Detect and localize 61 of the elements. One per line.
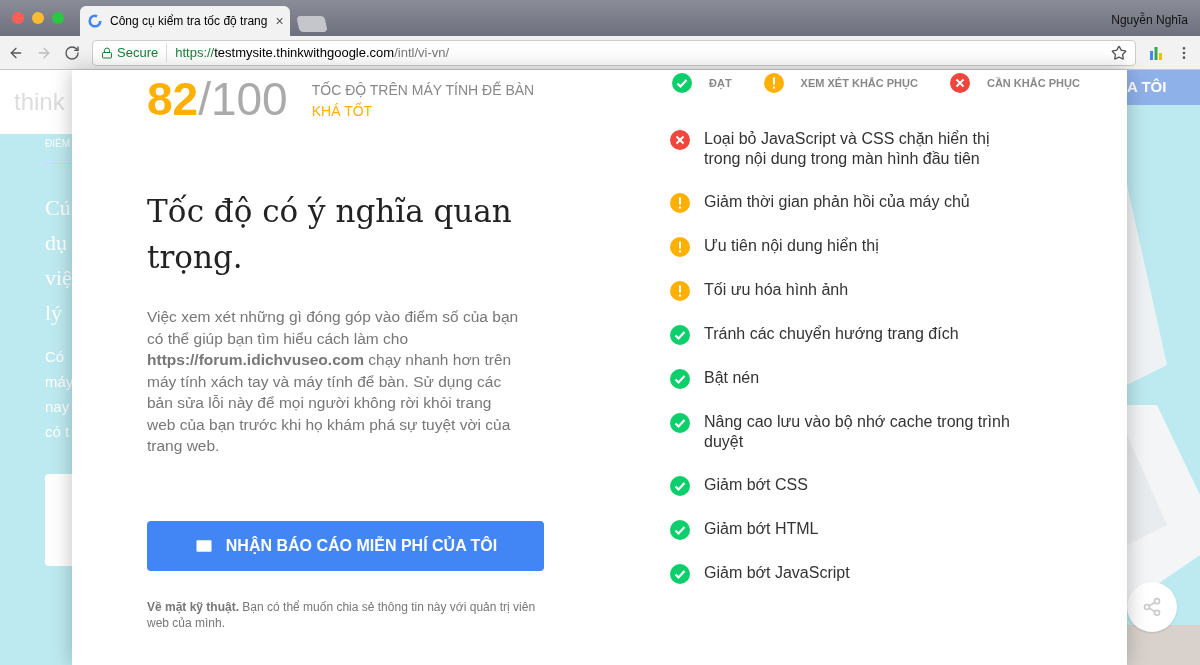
- exclamation-icon: [670, 193, 690, 213]
- profile-name[interactable]: Nguyễn Nghĩa: [1111, 11, 1188, 29]
- check-icon: [670, 413, 690, 433]
- score: 82: [147, 74, 199, 124]
- background-heading: việ: [45, 264, 72, 292]
- check-icon: [670, 325, 690, 345]
- get-report-button[interactable]: NHẬN BÁO CÁO MIỄN PHÍ CỦA TÔI: [147, 520, 544, 571]
- modal-heading: Tốc độ có ý nghĩa quan trọng.: [147, 192, 513, 277]
- reload-icon[interactable]: [64, 44, 80, 61]
- legend-label: ĐẠT: [709, 75, 732, 92]
- exclamation-icon: [670, 281, 690, 301]
- url-path: /intl/vi-vn/: [394, 43, 450, 62]
- audit-item[interactable]: Giảm bớt HTML: [704, 519, 1022, 539]
- score-rating: KHÁ TỐT: [311, 101, 374, 121]
- audit-item[interactable]: Bật nén: [704, 368, 1022, 388]
- check-icon: [670, 369, 690, 389]
- audit-item[interactable]: Tối ưu hóa hình ảnh: [704, 280, 1022, 300]
- secure-label: Secure: [117, 42, 168, 63]
- tab-close-button[interactable]: ×: [275, 10, 284, 32]
- url-scheme: https://: [175, 43, 215, 62]
- minimize-window-icon[interactable]: [32, 12, 44, 24]
- background-heading: dụ: [45, 229, 68, 257]
- audit-item[interactable]: Nâng cao lưu vào bộ nhớ cache trong trình duyệt: [704, 412, 1022, 452]
- audit-item[interactable]: Giảm bớt CSS: [704, 475, 1022, 495]
- address-field[interactable]: Secure https://testmysite.thinkwithgoogle.com/intl/vi-vn/: [92, 39, 1136, 66]
- google-logo-icon: [88, 14, 102, 28]
- bar-chart-icon[interactable]: [1148, 44, 1164, 61]
- cross-icon: [949, 73, 970, 93]
- background-text: Có: [45, 347, 66, 367]
- close-window-icon[interactable]: [12, 12, 24, 24]
- background-heading: lý: [45, 299, 64, 327]
- cross-icon: [670, 130, 690, 150]
- score-total: /100: [198, 74, 288, 124]
- check-icon: [670, 520, 690, 540]
- background-text: nay: [45, 397, 71, 417]
- section-label: ĐIỂM: [45, 136, 71, 151]
- audit-item[interactable]: Giảm bớt JavaScript: [704, 563, 1022, 583]
- technical-note: Về mặt kỹ thuật. Bạn có thể muốn chia sẻ thông tin này với quản trị viên web của mình.: [147, 598, 537, 631]
- audit-item[interactable]: Tránh các chuyển hướng trang đích: [704, 324, 1022, 344]
- background-heading: Cú: [45, 194, 72, 222]
- audit-item[interactable]: Giảm thời gian phản hồi của máy chủ: [704, 192, 1022, 212]
- bookmark-star-icon[interactable]: [1111, 44, 1127, 61]
- share-icon: [1142, 597, 1162, 617]
- legend-label: CẦN KHẮC PHỤC: [986, 75, 1080, 92]
- score-label: TỐC ĐỘ TRÊN MÁY TÍNH ĐỂ BÀN: [311, 80, 535, 100]
- audit-item[interactable]: Ưu tiên nội dung hiển thị: [704, 236, 1022, 256]
- check-icon: [670, 476, 690, 496]
- audit-item[interactable]: Loại bỏ JavaScript và CSS chặn hiển thị trong nội dung trong màn hình đầu tiên: [704, 129, 1022, 169]
- description: Việc xem xét những gì đóng góp vào điểm số của bạn có thể giúp bạn tìm hiểu cách làm cho https://forum.idichvuseo.com chạy nhanh hơn trên máy tính xách tay và máy tính để bàn. Sử dụng các bản sửa lỗi này để mọi người không rời khỏi trang web của bạn trước khi họ khám phá sự tuyệt vời của trang web.: [147, 307, 520, 456]
- exclamation-icon: [763, 73, 784, 93]
- tab-title: Công cụ kiểm tra tốc độ trang: [110, 13, 268, 30]
- background-text: có t: [45, 422, 71, 442]
- check-icon: [672, 73, 692, 93]
- check-icon: [670, 564, 690, 584]
- new-tab-button[interactable]: [296, 16, 328, 32]
- url-host: testmysite.thinkwithgoogle.com: [214, 43, 395, 62]
- browser-tab[interactable]: Công cụ kiểm tra tốc độ trang ×: [80, 6, 290, 36]
- maximize-window-icon[interactable]: [52, 12, 64, 24]
- legend-label: XEM XÉT KHẮC PHỤC: [800, 75, 918, 92]
- lock-icon: [101, 46, 113, 59]
- exclamation-icon: [670, 237, 690, 257]
